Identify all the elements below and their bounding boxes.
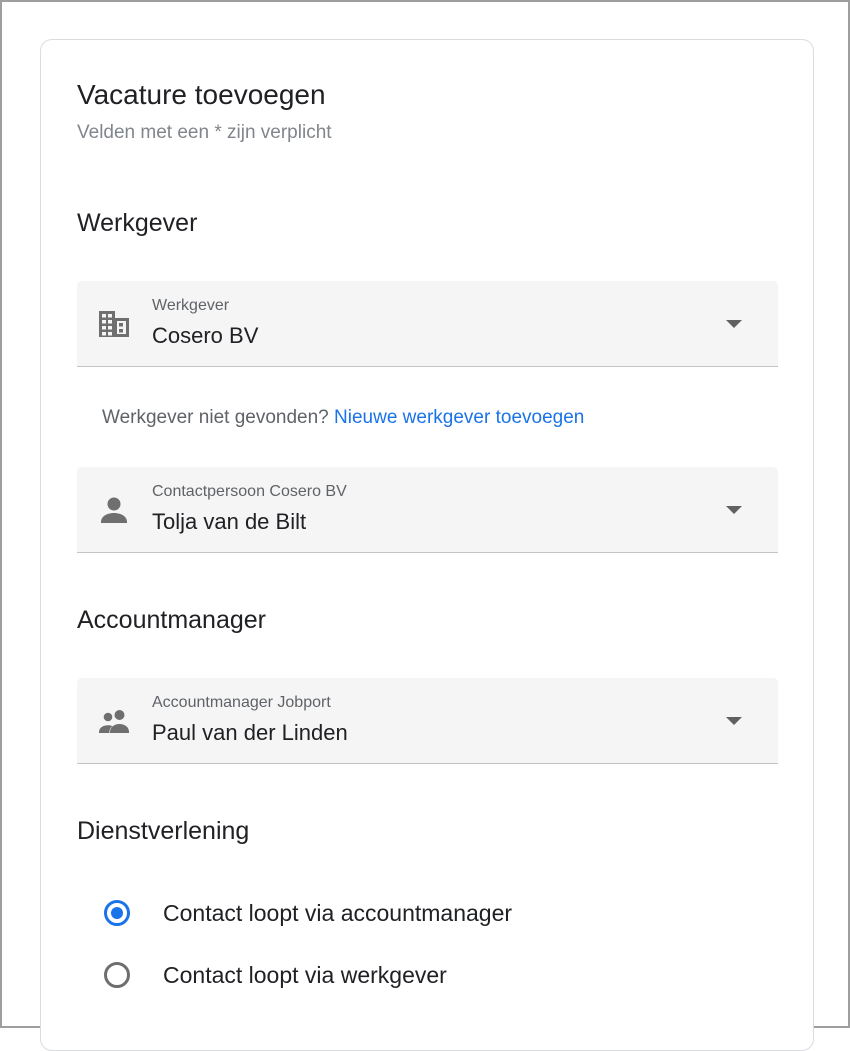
page-title: Vacature toevoegen [77, 79, 326, 110]
contact-person-select[interactable]: Contactpersoon Cosero BV Tolja van de Bi… [77, 467, 778, 553]
account-manager-field-label: Accountmanager Jobport [152, 694, 331, 711]
dropdown-arrow-icon [726, 506, 742, 514]
building-icon [97, 309, 131, 339]
screen-frame: Vacature toevoegen Velden met een * zijn… [0, 0, 850, 1051]
contact-person-field-label: Contactpersoon Cosero BV [152, 483, 347, 500]
radio-button-unselected[interactable] [104, 962, 130, 988]
contact-person-field-value: Tolja van de Bilt [152, 509, 307, 534]
account-manager-select[interactable]: Accountmanager Jobport Paul van der Lind… [77, 678, 778, 764]
radio-option-label: Contact loopt via werkgever [163, 962, 447, 988]
section-heading-accountmanager: Accountmanager [77, 606, 267, 634]
section-heading-werkgever: Werkgever [77, 209, 198, 237]
person-icon [97, 495, 131, 525]
employer-not-found-text: Werkgever niet gevonden? [102, 407, 329, 428]
dropdown-arrow-icon [726, 320, 742, 328]
employer-not-found-hint: Werkgever niet gevonden? Nieuwe werkgeve… [102, 406, 584, 430]
radio-option-label: Contact loopt via accountmanager [163, 900, 513, 926]
employer-field-label: Werkgever [152, 297, 230, 314]
account-manager-field-value: Paul van der Linden [152, 720, 348, 745]
add-new-employer-link[interactable]: Nieuwe werkgever toevoegen [334, 407, 584, 428]
radio-button-selected[interactable] [104, 900, 130, 926]
section-heading-dienstverlening: Dienstverlening [77, 817, 250, 845]
people-icon [97, 706, 131, 736]
required-fields-note: Velden met een * zijn verplicht [77, 122, 332, 143]
employer-field-value: Cosero BV [152, 323, 259, 348]
employer-select[interactable]: Werkgever Cosero BV [77, 281, 778, 367]
vacancy-form-card: Vacature toevoegen Velden met een * zijn… [40, 39, 814, 1051]
dropdown-arrow-icon [726, 717, 742, 725]
